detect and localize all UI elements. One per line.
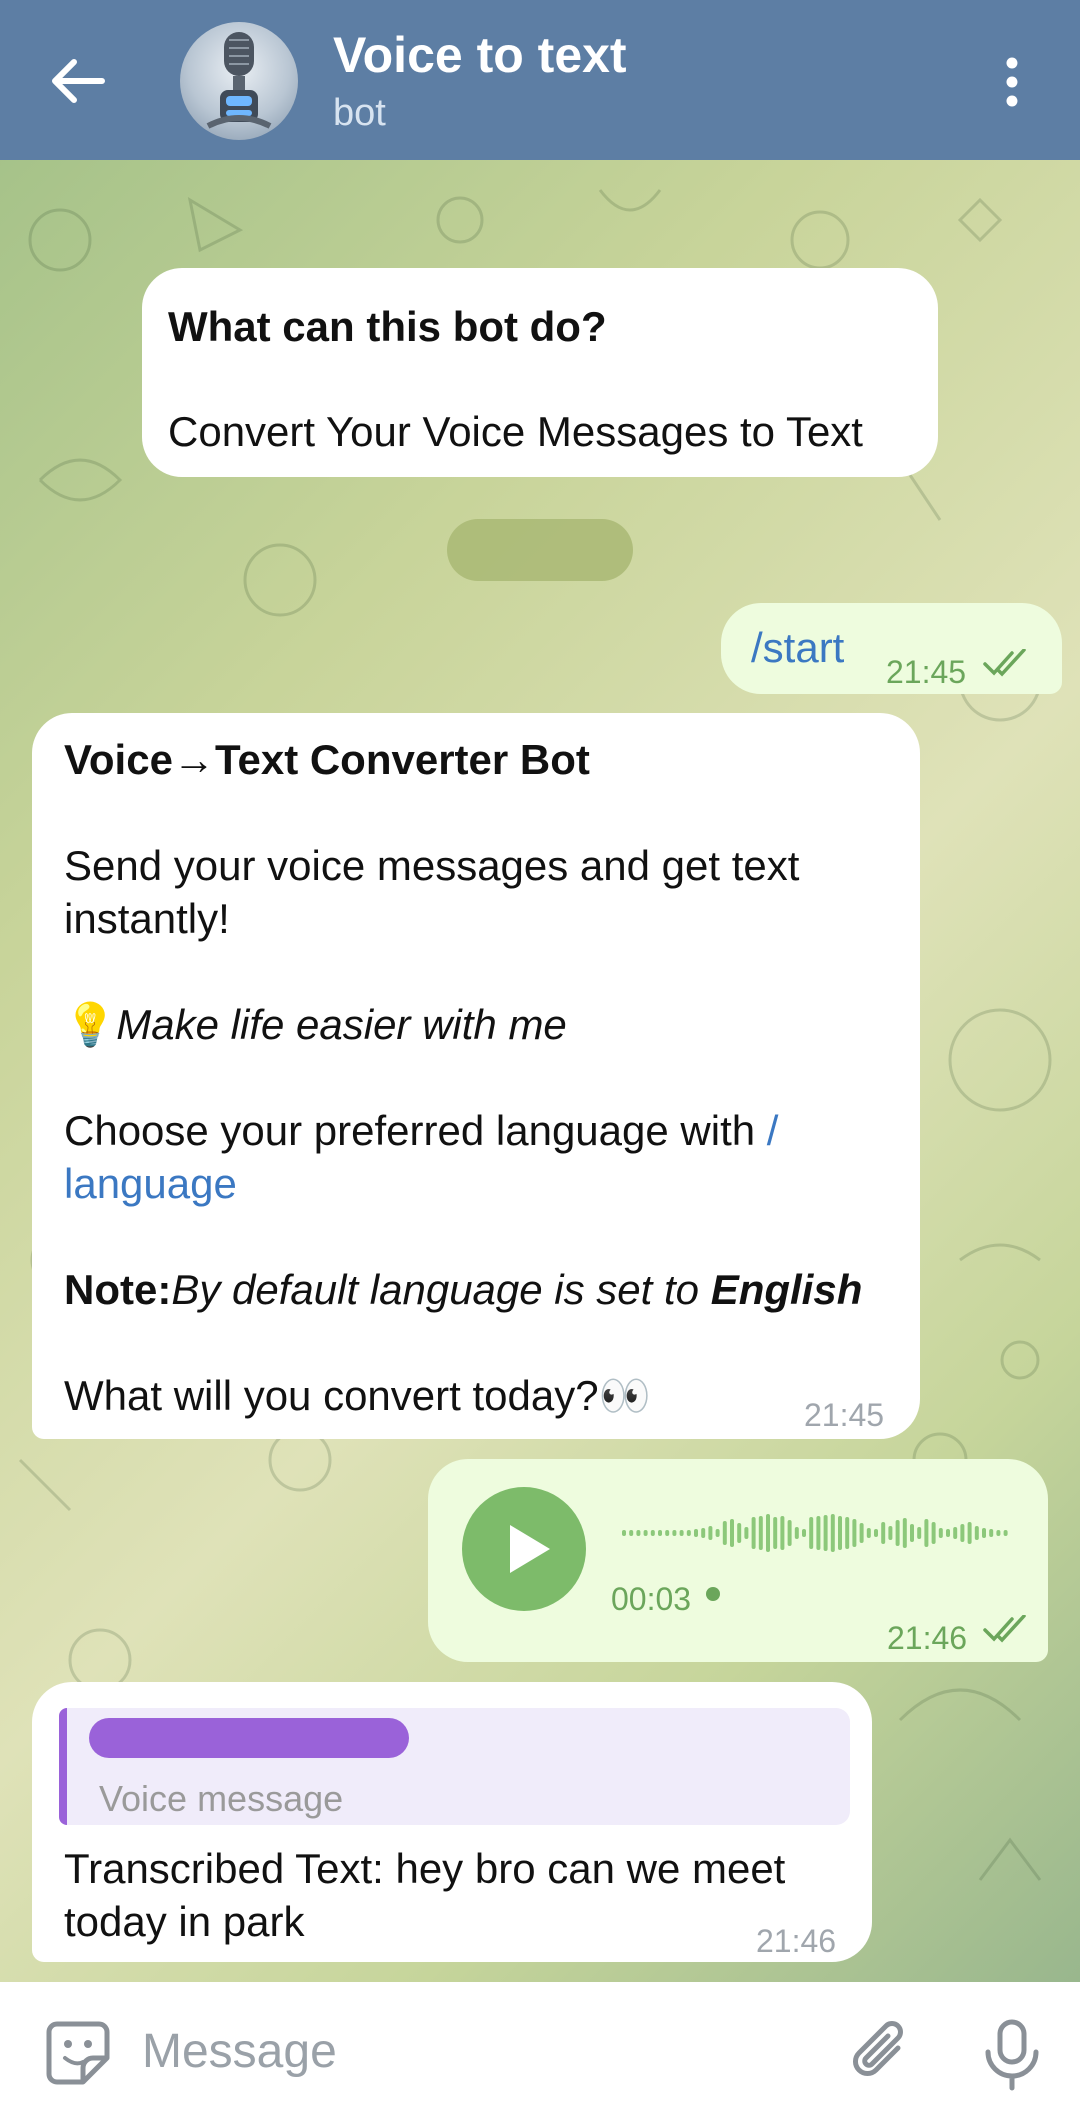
welcome-line1a: Send your voice messages and get text	[64, 842, 800, 889]
chat-header: Voice to text bot	[0, 0, 1080, 160]
chat-subtitle: bot	[333, 92, 386, 134]
intro-title: What can this bot do?	[168, 303, 607, 350]
message-time: 21:46	[756, 1923, 837, 1959]
paperclip-icon[interactable]	[846, 2018, 916, 2088]
chat-title[interactable]: Voice to text	[333, 26, 627, 84]
arrow-left-icon[interactable]	[48, 56, 108, 106]
welcome-line1b: instantly!	[64, 895, 230, 942]
unplayed-dot	[706, 1587, 720, 1601]
double-check-icon	[983, 1615, 1026, 1643]
note-text: By default language is set to	[171, 1266, 711, 1313]
message-transcription[interactable]: Voice message Transcribed Text: hey bro …	[32, 1682, 872, 1962]
choose-text: Choose your preferred language with	[64, 1107, 767, 1154]
date-pill	[447, 519, 633, 581]
welcome-tip: 💡Make life easier with me	[64, 998, 567, 1051]
tip-text: Make life easier with me	[116, 1001, 567, 1048]
language-command-link-cont[interactable]: language	[64, 1157, 237, 1210]
language-command-link[interactable]: /	[767, 1107, 779, 1154]
transcription-line2: today in park	[64, 1898, 305, 1945]
bot-avatar[interactable]	[180, 22, 298, 140]
message-input[interactable]: Message	[142, 2024, 337, 2079]
voice-duration: 00:03	[611, 1581, 692, 1617]
play-button[interactable]	[462, 1487, 586, 1611]
eyes-emoji: 👀	[598, 1372, 651, 1419]
message-time: 21:45	[886, 654, 967, 690]
note-label: Note:	[64, 1266, 172, 1313]
message-input-bar: Message	[0, 1982, 1080, 2125]
message-time: 21:46	[887, 1620, 968, 1656]
note-language: English	[710, 1266, 863, 1313]
sticker-icon[interactable]	[43, 2018, 113, 2088]
question-text: What will you convert today?	[64, 1372, 599, 1419]
transcription-text: Transcribed Text: hey bro can we meet to…	[64, 1842, 854, 1948]
message-time: 21:45	[804, 1397, 885, 1433]
message-welcome[interactable]: Voice→Text Converter Bot Send your voice…	[32, 713, 920, 1439]
welcome-choose: Choose your preferred language with /	[64, 1104, 778, 1157]
bot-intro-card: What can this bot do? Convert Your Voice…	[142, 268, 938, 477]
microphone-icon[interactable]	[980, 2018, 1044, 2092]
welcome-title: Voice→Text Converter Bot	[64, 736, 590, 783]
message-text[interactable]: /start	[751, 621, 844, 674]
quote-label: Voice message	[99, 1778, 344, 1819]
welcome-question: What will you convert today?👀	[64, 1369, 651, 1422]
transcription-line1: Transcribed Text: hey bro can we meet	[64, 1845, 786, 1892]
more-vertical-icon[interactable]	[996, 56, 1028, 108]
voice-waveform[interactable]	[618, 1509, 1018, 1557]
message-start[interactable]: /start 21:45	[721, 603, 1062, 694]
robot-microphone-icon	[206, 32, 272, 129]
lightbulb-emoji: 💡	[64, 1001, 117, 1048]
message-voice[interactable]: 00:03 21:46	[428, 1459, 1048, 1662]
quote-sender-redacted	[89, 1718, 409, 1758]
intro-text: Convert Your Voice Messages to Text	[168, 408, 863, 455]
double-check-icon	[983, 649, 1026, 677]
welcome-note: Note:By default language is set to Engli…	[64, 1263, 862, 1316]
reply-quote[interactable]: Voice message	[59, 1708, 850, 1825]
